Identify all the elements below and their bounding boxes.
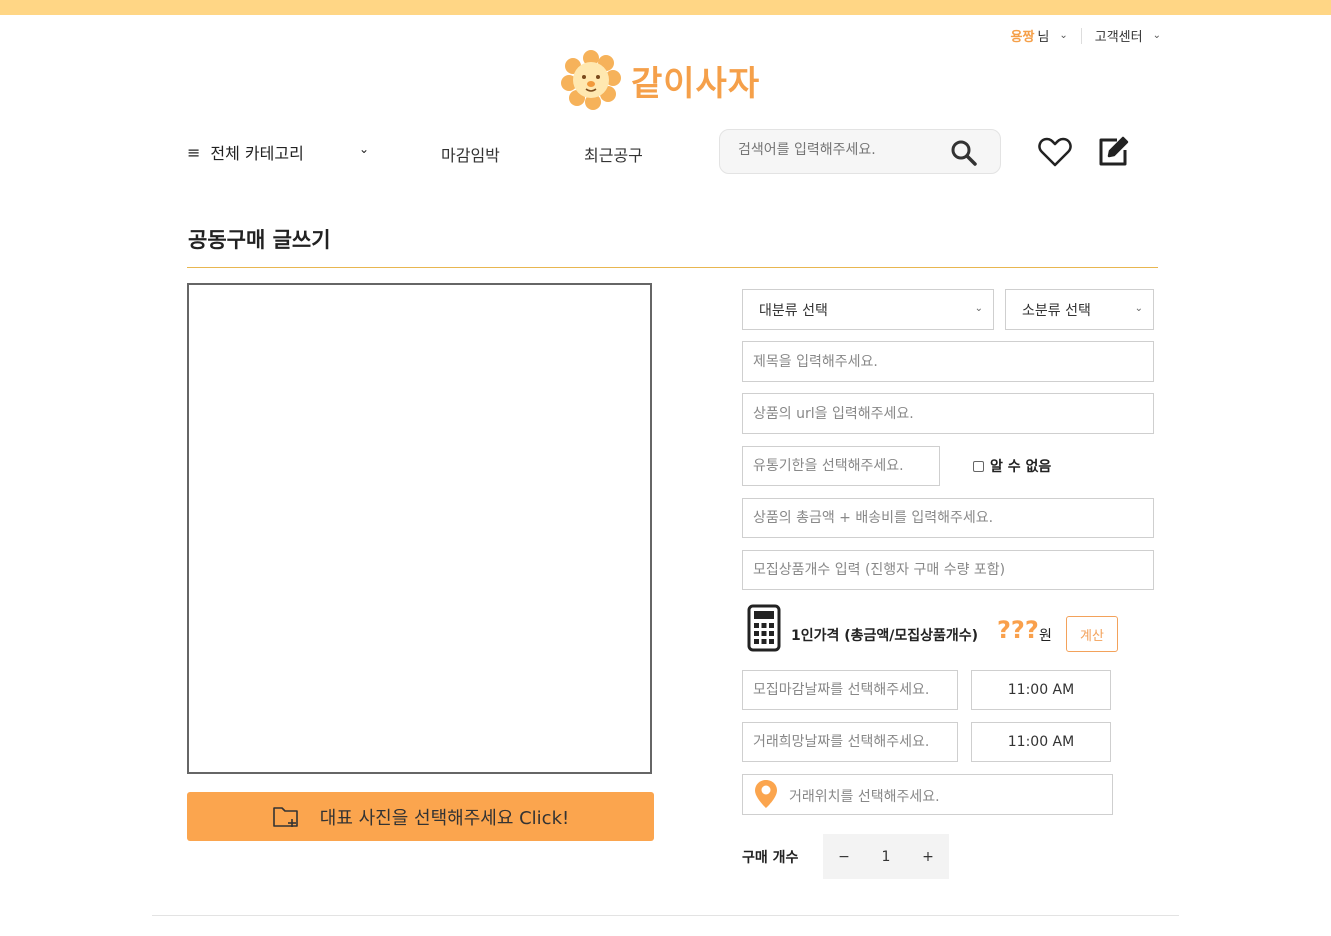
user-name[interactable]: 용짱 (1010, 26, 1034, 45)
quantity-stepper: − 1 + (823, 834, 949, 879)
location-pin-icon (755, 780, 777, 808)
total-price-input[interactable] (753, 510, 1153, 526)
unknown-expiry-option: 알 수 없음 (973, 456, 1051, 476)
title-divider (187, 267, 1158, 268)
chevron-down-icon: ⌄ (974, 303, 983, 314)
site-logo[interactable]: 같이사자 (561, 50, 760, 110)
all-category-label: 전체 카테고리 (210, 144, 304, 163)
expiry-field (742, 446, 940, 486)
quantity-value: 1 (881, 848, 891, 865)
item-count-input[interactable] (753, 562, 1153, 578)
chevron-down-icon[interactable]: ⌄ (1153, 30, 1161, 41)
footer-divider (152, 915, 1179, 916)
quantity-plus-button[interactable]: + (907, 849, 949, 865)
quantity-label: 구매 개수 (742, 850, 799, 866)
minor-category-value: 소분류 선택 (1022, 302, 1091, 319)
trade-date-input[interactable] (753, 734, 957, 750)
currency-label: 원 (1039, 628, 1052, 644)
edit-icon[interactable] (1097, 134, 1129, 168)
major-category-select[interactable]: 대분류 선택 ⌄ (742, 289, 994, 330)
divider (1080, 27, 1082, 44)
total-price-field (742, 498, 1154, 538)
nav-item-recent[interactable]: 최근공구 (584, 142, 643, 166)
search-icon[interactable] (950, 139, 978, 167)
item-count-field (742, 550, 1154, 590)
major-category-value: 대분류 선택 (759, 302, 828, 319)
utility-menu: 용짱 님 ⌄ 고객센터 ⌄ (1010, 26, 1161, 45)
chevron-down-icon: ⌄ (1134, 303, 1143, 314)
calculate-button[interactable]: 계산 (1066, 616, 1118, 652)
top-bar (0, 0, 1331, 15)
minor-category-select[interactable]: 소분류 선택 ⌄ (1005, 289, 1154, 330)
heart-icon[interactable] (1038, 136, 1072, 168)
per-person-label: 1인가격 (총금액/모집상품개수) (791, 628, 979, 644)
per-person-price: ??? (997, 616, 1039, 644)
location-placeholder: 거래위치를 선택해주세요. (789, 789, 940, 805)
unknown-checkbox[interactable] (973, 460, 984, 472)
logo-text: 같이사자 (631, 63, 761, 104)
expiry-input[interactable] (753, 458, 939, 474)
quantity-minus-button[interactable]: − (823, 849, 865, 865)
title-field (742, 341, 1154, 382)
menu-icon: ≡ (187, 142, 201, 162)
url-input[interactable] (753, 405, 1153, 422)
user-suffix: 님 (1037, 30, 1050, 45)
page-title: 공동구매 글쓰기 (188, 228, 331, 252)
chevron-down-icon[interactable]: ⌄ (1059, 30, 1067, 41)
lion-logo-icon (561, 50, 621, 110)
search-input[interactable] (738, 142, 938, 158)
photo-preview (187, 283, 652, 774)
customer-center-link[interactable]: 고객센터 (1095, 26, 1143, 45)
location-field[interactable]: 거래위치를 선택해주세요. (742, 774, 1113, 815)
nav-item-closing-soon[interactable]: 마감임박 (441, 142, 500, 166)
trade-time-picker[interactable]: 11:00 AM (971, 722, 1111, 762)
deadline-date-field (742, 670, 958, 710)
search-box (719, 129, 1001, 174)
deadline-date-input[interactable] (753, 682, 957, 698)
per-person-price-row: 1인가격 (총금액/모집상품개수) ??? 원 계산 (746, 604, 1166, 652)
deadline-time-picker[interactable]: 11:00 AM (971, 670, 1111, 710)
folder-add-icon (272, 806, 298, 827)
trade-date-field (742, 722, 958, 762)
all-category-menu[interactable]: ≡ 전체 카테고리 ⌄ (187, 140, 369, 164)
chevron-down-icon: ⌄ (359, 142, 370, 156)
unknown-label: 알 수 없음 (990, 459, 1052, 475)
title-input[interactable] (753, 353, 1153, 370)
main-nav: ≡ 전체 카테고리 ⌄ 마감임박 최근공구 (187, 128, 1157, 176)
select-photo-button[interactable]: 대표 사진을 선택해주세요 Click! (187, 792, 654, 841)
select-photo-label: 대표 사진을 선택해주세요 Click! (319, 807, 570, 829)
url-field (742, 393, 1154, 434)
calculator-icon (747, 604, 781, 652)
